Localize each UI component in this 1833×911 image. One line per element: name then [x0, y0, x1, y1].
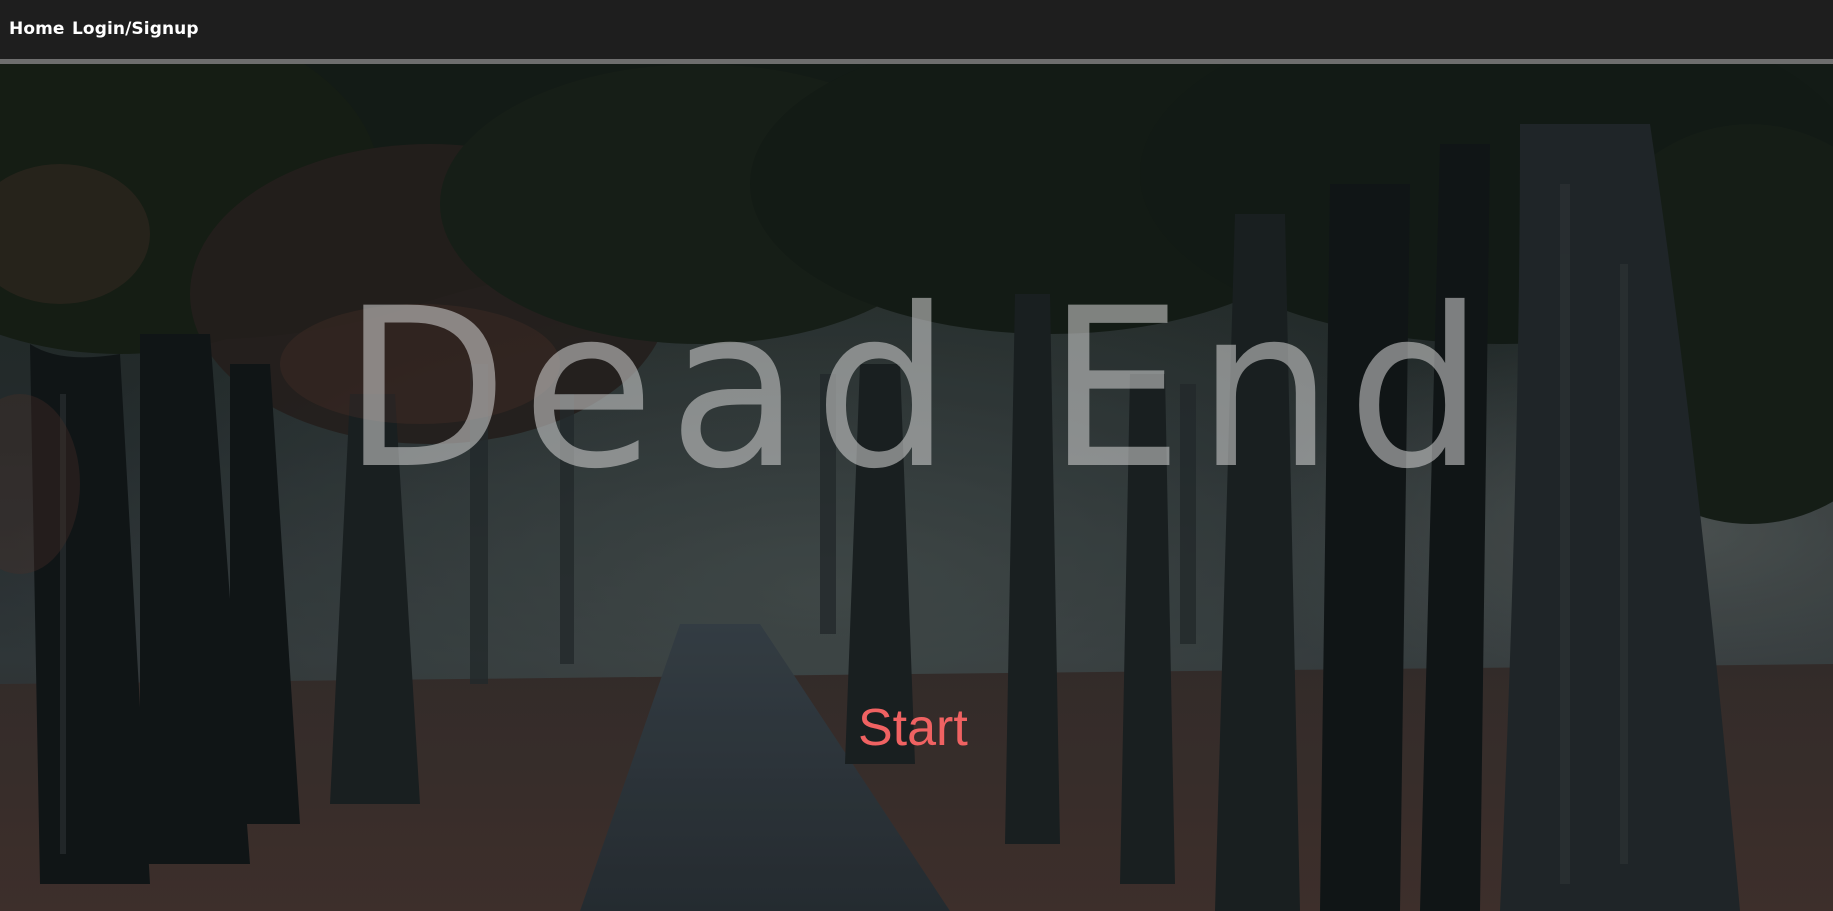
nav-login-signup-link[interactable]: Login/Signup [72, 19, 199, 39]
top-navbar: Home Login/Signup [0, 0, 1833, 64]
hero-section: Dead End Start [0, 64, 1833, 911]
start-button[interactable]: Start [858, 702, 968, 754]
nav-home-link[interactable]: Home [9, 19, 65, 39]
page-title: Dead End [342, 261, 1498, 517]
